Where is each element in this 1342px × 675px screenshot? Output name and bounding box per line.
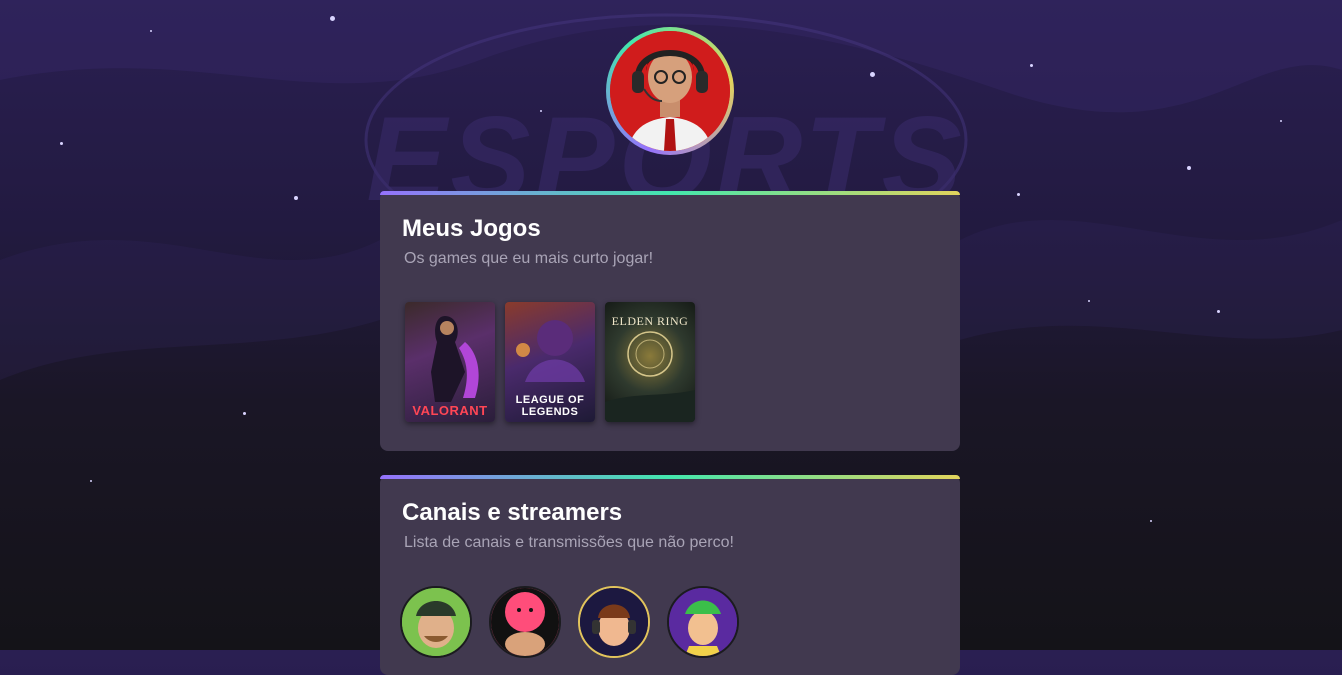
league-of-legends-title: LEAGUE OF LEGENDS — [515, 394, 585, 418]
streamer-avatar-1-icon[interactable] — [400, 586, 472, 658]
games-section-title: Meus Jogos — [402, 215, 541, 242]
channels-card: Canais e streamers Lista de canais e tra… — [380, 475, 960, 675]
elden-ring-cover-icon[interactable]: ELDEN RING — [605, 302, 695, 422]
channels-section-title: Canais e streamers — [402, 499, 623, 526]
channels-list — [400, 586, 938, 658]
profile-avatar — [606, 27, 734, 155]
streamer-avatar-4-icon[interactable] — [667, 586, 739, 658]
valorant-cover-icon[interactable]: VALORANT — [405, 302, 495, 422]
games-list: VALORANT LEAGUE OF LEGENDS ELDEN RING — [405, 302, 938, 422]
profile-photo-icon — [610, 31, 730, 151]
streamer-avatar-2-icon[interactable] — [489, 586, 561, 658]
channels-section-subtitle: Lista de canais e transmissões que não p… — [404, 534, 734, 551]
games-card: Meus Jogos Os games que eu mais curto jo… — [380, 191, 960, 451]
valorant-title: VALORANT — [412, 403, 488, 418]
games-section-subtitle: Os games que eu mais curto jogar! — [404, 250, 654, 267]
league-of-legends-cover-icon[interactable]: LEAGUE OF LEGENDS — [505, 302, 595, 422]
elden-ring-title: ELDEN RING — [611, 314, 689, 328]
streamer-avatar-3-icon[interactable] — [578, 586, 650, 658]
